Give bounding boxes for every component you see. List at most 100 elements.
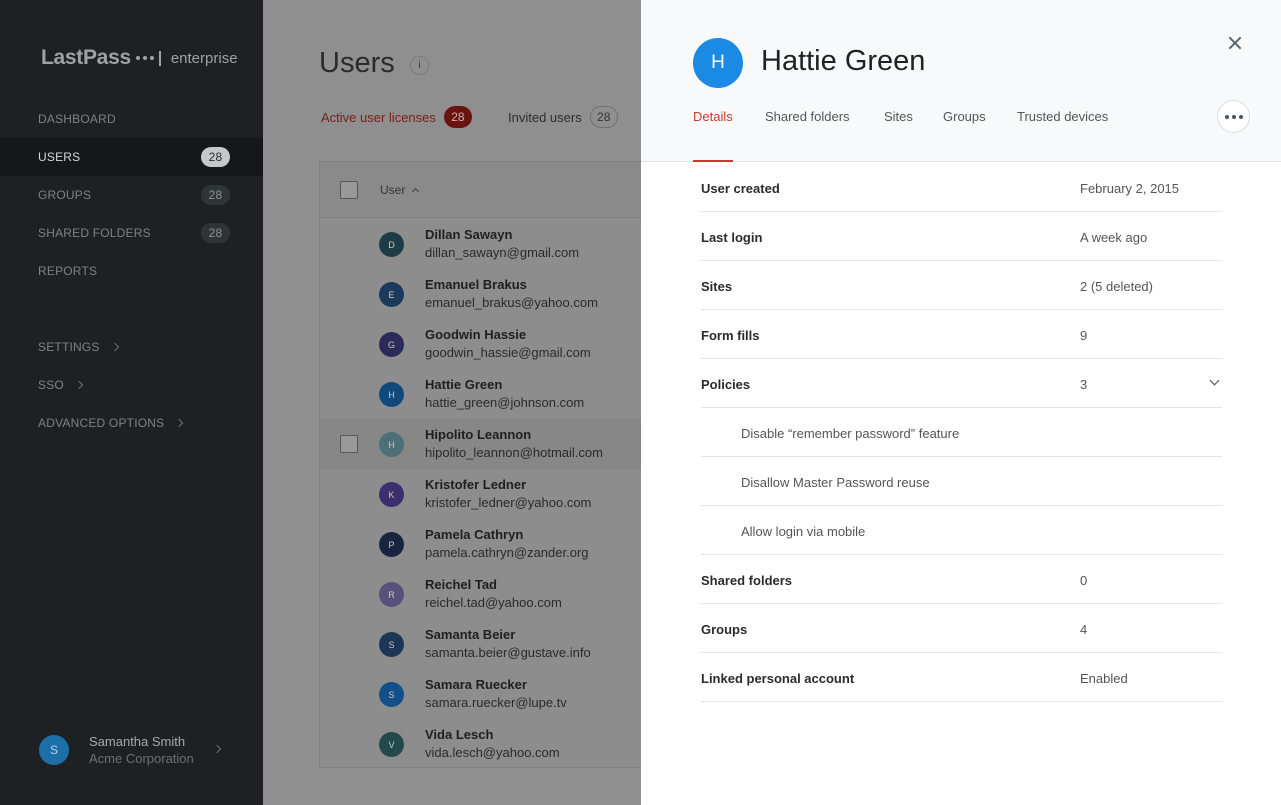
- avatar: H: [693, 38, 743, 88]
- detail-row-policies[interactable]: Policies 3: [701, 359, 1222, 408]
- user-name: Pamela Cathryn: [425, 527, 524, 542]
- nav-label: ADVANCED OPTIONS: [38, 416, 165, 430]
- detail-value: Enabled: [1080, 671, 1128, 686]
- column-header-user[interactable]: User: [380, 183, 420, 197]
- more-dot-icon: [1231, 114, 1236, 119]
- policy-label: Allow login via mobile: [741, 524, 866, 539]
- user-name: Samara Ruecker: [425, 677, 527, 692]
- table-row[interactable]: S Samanta Beier samanta.beier@gustave.info: [320, 619, 641, 669]
- user-email: samanta.beier@gustave.info: [425, 645, 591, 660]
- avatar: S: [379, 682, 404, 707]
- user-name: Dillan Sawayn: [425, 227, 513, 242]
- table-row[interactable]: D Dillan Sawayn dillan_sawayn@gmail.com: [320, 219, 641, 269]
- info-icon[interactable]: i: [410, 56, 429, 75]
- user-email: vida.lesch@yahoo.com: [425, 745, 560, 760]
- tab-label: Active user licenses: [321, 109, 436, 125]
- user-name: Emanuel Brakus: [425, 277, 527, 292]
- table-row[interactable]: G Goodwin Hassie goodwin_hassie@gmail.com: [320, 319, 641, 369]
- user-email: reichel.tad@yahoo.com: [425, 595, 562, 610]
- profile-name: Samantha Smith: [89, 734, 186, 749]
- nav-item-dashboard[interactable]: DASHBOARD: [0, 100, 263, 138]
- detail-row-linked-personal-account: Linked personal account Enabled: [701, 653, 1222, 702]
- nav-item-sso[interactable]: SSO: [0, 366, 263, 404]
- user-email: kristofer_ledner@yahoo.com: [425, 495, 592, 510]
- avatar: P: [379, 532, 404, 557]
- user-email: pamela.cathryn@zander.org: [425, 545, 589, 560]
- tab-shared-folders[interactable]: Shared folders: [765, 109, 850, 162]
- avatar: K: [379, 482, 404, 507]
- detail-label: Last login: [701, 230, 763, 245]
- column-header-label: User: [380, 183, 406, 197]
- sidebar: LastPass enterprise DASHBOARD USERS 28 G…: [0, 0, 263, 805]
- detail-row-form-fills: Form fills 9: [701, 310, 1222, 359]
- detail-label: User created: [701, 181, 780, 196]
- tab-active-user-licenses[interactable]: Active user licenses 28: [321, 106, 472, 128]
- count-badge: 28: [443, 106, 472, 128]
- select-all-checkbox[interactable]: [340, 181, 358, 199]
- nav-item-groups[interactable]: GROUPS 28: [0, 176, 263, 214]
- user-name: Hattie Green: [425, 377, 503, 392]
- policy-item: Allow login via mobile: [701, 506, 1222, 555]
- chevron-right-icon: [74, 380, 84, 390]
- user-name-heading: Hattie Green: [761, 45, 926, 77]
- detail-row-shared-folders: Shared folders 0: [701, 555, 1222, 604]
- logo-text: LastPass: [41, 46, 131, 69]
- tab-label: Invited users: [508, 109, 582, 125]
- detail-label: Sites: [701, 279, 733, 294]
- nav-item-reports[interactable]: REPORTS: [0, 252, 263, 290]
- nav-item-settings[interactable]: SETTINGS: [0, 328, 263, 366]
- nav-label: SSO: [38, 378, 64, 392]
- table-row[interactable]: E Emanuel Brakus emanuel_brakus@yahoo.com: [320, 269, 641, 319]
- detail-value: 4: [1080, 622, 1088, 637]
- lastpass-logo[interactable]: LastPass enterprise: [41, 46, 238, 70]
- tab-details[interactable]: Details: [693, 109, 733, 162]
- detail-label: Groups: [701, 622, 748, 637]
- policy-item: Disallow Master Password reuse: [701, 457, 1222, 506]
- user-email: emanuel_brakus@yahoo.com: [425, 295, 598, 310]
- tab-groups[interactable]: Groups: [943, 109, 986, 162]
- user-profile-menu[interactable]: S Samantha Smith Acme Corporation: [39, 734, 229, 766]
- table-row[interactable]: H Hipolito Leannon hipolito_leannon@hotmai…: [320, 419, 641, 469]
- more-dot-icon: [1238, 114, 1243, 119]
- nav-item-shared-folders[interactable]: SHARED FOLDERS 28: [0, 214, 263, 252]
- nav-item-users[interactable]: USERS 28: [0, 138, 263, 176]
- user-name: Vida Lesch: [425, 727, 494, 742]
- table-row[interactable]: H Hattie Green hattie_green@johnson.com: [320, 369, 641, 419]
- avatar: R: [379, 582, 404, 607]
- logo-subtitle: enterprise: [170, 49, 238, 67]
- more-options-button[interactable]: [1217, 100, 1250, 133]
- page-title: Users: [319, 47, 395, 79]
- detail-value: February 2, 2015: [1080, 181, 1180, 196]
- table-row[interactable]: R Reichel Tad reichel.tad@yahoo.com: [320, 569, 641, 619]
- user-name: Reichel Tad: [425, 577, 498, 592]
- table-row[interactable]: S Samara Ruecker samara.ruecker@lupe.tv: [320, 669, 641, 719]
- nav-count-badge: 28: [201, 185, 230, 205]
- logo-divider: [158, 50, 161, 66]
- nav-label: GROUPS: [38, 188, 92, 202]
- logo-dots-icon: [135, 56, 154, 60]
- table-header: User: [320, 162, 641, 218]
- detail-value: 2 (5 deleted): [1080, 279, 1153, 294]
- profile-organization: Acme Corporation: [89, 751, 194, 766]
- detail-value: 9: [1080, 328, 1088, 343]
- detail-label: Policies: [701, 377, 751, 392]
- table-row[interactable]: P Pamela Cathryn pamela.cathryn@zander.org: [320, 519, 641, 569]
- row-checkbox[interactable]: [340, 435, 358, 453]
- count-badge: 28: [589, 106, 618, 128]
- tab-sites[interactable]: Sites: [884, 109, 913, 162]
- chevron-down-icon[interactable]: [1209, 375, 1220, 386]
- table-row[interactable]: V Vida Lesch vida.lesch@yahoo.com: [320, 719, 641, 767]
- user-email: dillan_sawayn@gmail.com: [425, 245, 580, 260]
- tab-trusted-devices[interactable]: Trusted devices: [1017, 109, 1108, 162]
- users-page: Users i Active user licenses 28 Invited …: [263, 0, 641, 805]
- avatar: V: [379, 732, 404, 757]
- table-row[interactable]: K Kristofer Ledner kristofer_ledner@yahoo.…: [320, 469, 641, 519]
- policy-item: Disable “remember password” feature: [701, 408, 1222, 457]
- tab-invited-users[interactable]: Invited users 28: [508, 106, 618, 128]
- close-icon[interactable]: [1225, 33, 1245, 53]
- detail-row-last-login: Last login A week ago: [701, 212, 1222, 261]
- users-table: User D Dillan Sawayn dillan_sawayn@gmail.c…: [319, 161, 641, 768]
- avatar: D: [379, 232, 404, 257]
- nav-item-advanced-options[interactable]: ADVANCED OPTIONS: [0, 404, 263, 442]
- nav-label: USERS: [38, 150, 81, 164]
